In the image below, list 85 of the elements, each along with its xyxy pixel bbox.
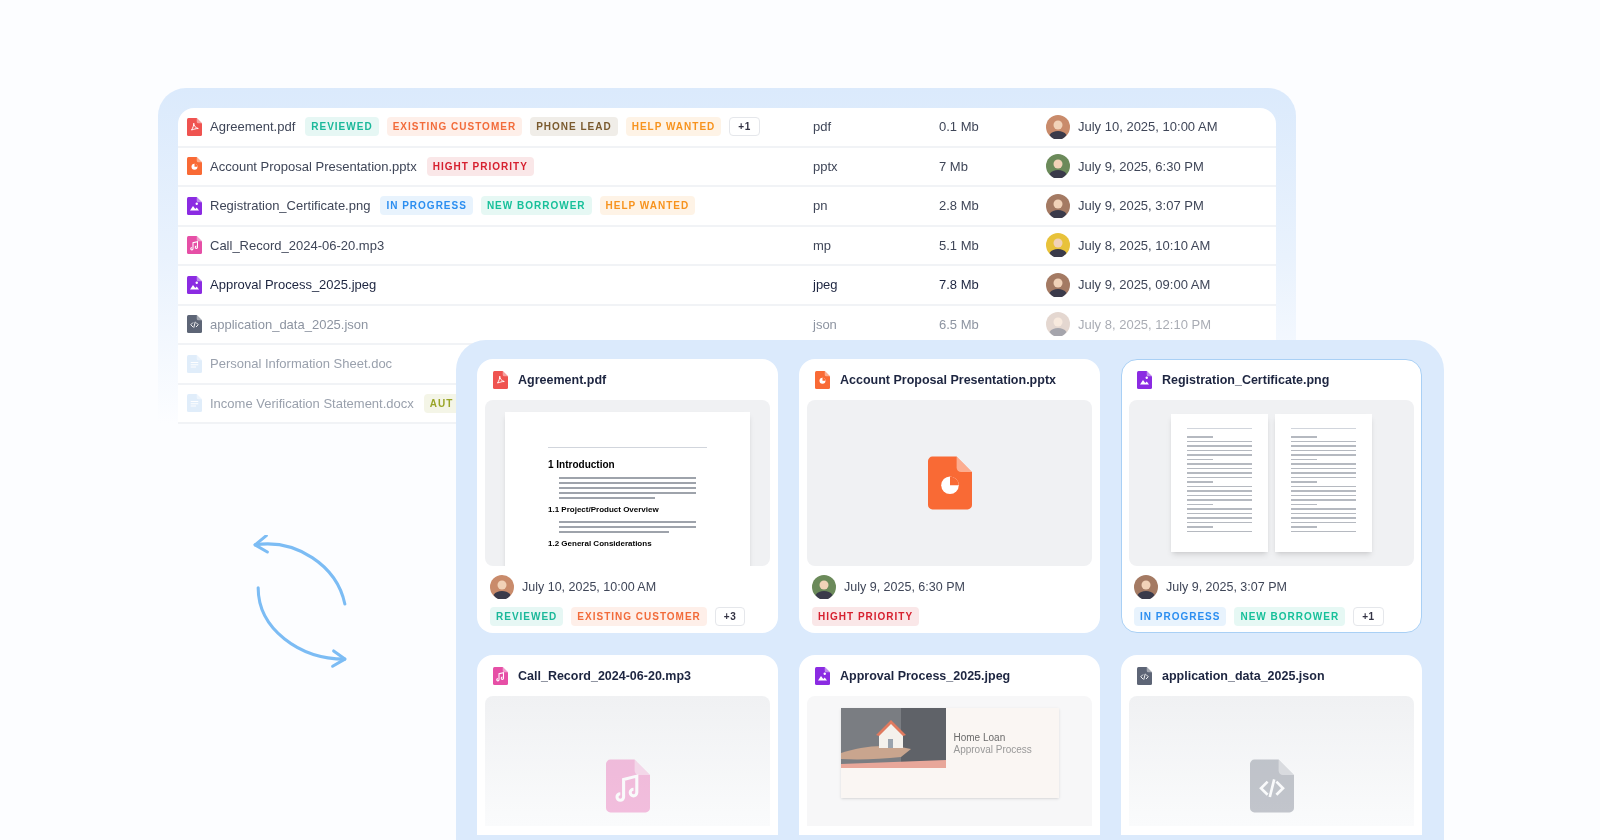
music-file-icon bbox=[605, 758, 650, 814]
slide-subtitle: Approval Process bbox=[953, 744, 1032, 756]
avatar bbox=[490, 575, 514, 599]
card-title[interactable]: Approval Process_2025.jpeg bbox=[840, 666, 1011, 686]
tag: NEW BORROWER bbox=[480, 196, 592, 216]
tag: EXISTING CUSTOMER bbox=[386, 117, 523, 137]
file-type: pn bbox=[813, 197, 829, 215]
file-type: mp bbox=[813, 236, 833, 255]
tag: HELP WANTED bbox=[625, 117, 722, 137]
file-name[interactable]: Call_Record_2024-06-20.mp3 bbox=[210, 235, 385, 255]
file-name[interactable]: Agreement.pdf bbox=[210, 117, 296, 137]
presentation-file-icon bbox=[815, 371, 830, 389]
section-heading: 1.2 General Considerations bbox=[548, 538, 653, 550]
file-name[interactable]: Registration_Certificate.png bbox=[210, 196, 371, 216]
modified-date: July 9, 2025, 6:30 PM bbox=[1078, 157, 1204, 176]
modified-date: July 10, 2025, 10:00 AM bbox=[522, 578, 657, 596]
tag: IN PROGRESS bbox=[380, 196, 473, 216]
pdf-file-icon bbox=[493, 371, 508, 389]
modified-date: July 9, 2025, 09:00 AM bbox=[1078, 276, 1211, 294]
modified-date: July 9, 2025, 3:07 PM bbox=[1166, 578, 1287, 596]
tag: HIGHT PRIORITY bbox=[812, 607, 920, 626]
avatar bbox=[1046, 312, 1070, 337]
music-file-icon bbox=[187, 236, 202, 255]
file-card[interactable]: Call_Record_2024-06-20.mp3 bbox=[477, 655, 778, 835]
file-card[interactable]: Registration_Certificate.png July 9, 2025, 3:07 PM IN PROGRESS NEW BORROWER +1 bbox=[1121, 359, 1422, 633]
more-tags-count[interactable]: +3 bbox=[714, 607, 746, 626]
avatar bbox=[1046, 114, 1070, 139]
image-file-icon bbox=[1137, 371, 1152, 389]
section-heading: 1.1 Project/Product Overview bbox=[548, 504, 660, 516]
modified-date: July 8, 2025, 12:10 PM bbox=[1078, 315, 1211, 334]
card-title[interactable]: Account Proposal Presentation.pptx bbox=[840, 370, 1056, 390]
code-file-icon bbox=[187, 315, 202, 334]
slide-title: Home Loan bbox=[953, 732, 1007, 744]
document-file-icon bbox=[187, 354, 202, 373]
tag: REVIEWED bbox=[490, 607, 564, 626]
file-size: 7 Mb bbox=[939, 157, 969, 176]
more-tags-count[interactable]: +1 bbox=[1353, 607, 1384, 626]
pdf-file-icon bbox=[187, 117, 202, 136]
file-type: pptx bbox=[813, 157, 839, 176]
avatar bbox=[1046, 154, 1070, 179]
file-card[interactable]: Approval Process_2025.jpeg Home Loan Approval Process bbox=[799, 655, 1100, 835]
presentation-file-icon bbox=[187, 157, 202, 176]
music-file-icon bbox=[493, 667, 508, 685]
image-file-icon bbox=[187, 275, 202, 294]
document-file-icon bbox=[187, 394, 202, 413]
code-file-icon bbox=[1137, 667, 1152, 685]
file-type: pdf bbox=[813, 118, 833, 136]
card-title[interactable]: Registration_Certificate.png bbox=[1162, 370, 1330, 390]
file-name[interactable]: Approval Process_2025.jpeg bbox=[210, 275, 377, 295]
modified-date: July 9, 2025, 3:07 PM bbox=[1078, 197, 1204, 215]
file-size: 6.5 Mb bbox=[939, 315, 980, 334]
tag: IN PROGRESS bbox=[1134, 607, 1227, 626]
tag: NEW BORROWER bbox=[1234, 607, 1346, 626]
avatar bbox=[812, 575, 836, 599]
card-title[interactable]: Agreement.pdf bbox=[518, 370, 607, 390]
section-heading: 1 Introduction bbox=[548, 458, 616, 472]
file-card[interactable]: application_data_2025.json bbox=[1121, 655, 1422, 835]
file-size: 2.8 Mb bbox=[939, 197, 980, 215]
avatar bbox=[1046, 193, 1070, 218]
avatar bbox=[1046, 233, 1070, 258]
modified-date: July 8, 2025, 10:10 AM bbox=[1078, 236, 1211, 255]
tag: REVIEWED bbox=[305, 117, 379, 137]
file-size: 7.8 Mb bbox=[939, 276, 980, 294]
tag: PHONE LEAD bbox=[530, 117, 618, 137]
file-name[interactable]: Account Proposal Presentation.pptx bbox=[210, 156, 417, 176]
modified-date: July 9, 2025, 6:30 PM bbox=[844, 578, 965, 596]
tag: HIGHT PRIORITY bbox=[426, 156, 534, 176]
file-size: 0.1 Mb bbox=[939, 118, 980, 136]
avatar bbox=[1046, 272, 1070, 297]
file-type: jpeg bbox=[813, 276, 839, 294]
file-type: json bbox=[813, 315, 838, 334]
modified-date: July 10, 2025, 10:00 AM bbox=[1078, 118, 1218, 136]
code-file-icon bbox=[1249, 758, 1294, 814]
more-tags-count[interactable]: +1 bbox=[729, 117, 760, 137]
file-card[interactable]: Agreement.pdf 1 Introduction 1.1 Project/Product Overview 1.2 General Considerations July 10, 2025, 10:00 AM REVIEWED EXISTING CUSTOMER +3 bbox=[477, 359, 778, 633]
file-size: 5.1 Mb bbox=[939, 236, 980, 255]
avatar bbox=[1134, 575, 1158, 599]
card-title[interactable]: Call_Record_2024-06-20.mp3 bbox=[518, 666, 691, 686]
image-file-icon bbox=[815, 667, 830, 685]
tag: EXISTING CUSTOMER bbox=[571, 607, 707, 626]
tag: HELP WANTED bbox=[599, 196, 696, 216]
image-file-icon bbox=[187, 196, 202, 215]
card-title[interactable]: application_data_2025.json bbox=[1162, 666, 1325, 686]
presentation-file-icon bbox=[927, 455, 972, 511]
file-card[interactable]: Account Proposal Presentation.pptx July 9, 2025, 6:30 PM HIGHT PRIORITY bbox=[799, 359, 1100, 633]
